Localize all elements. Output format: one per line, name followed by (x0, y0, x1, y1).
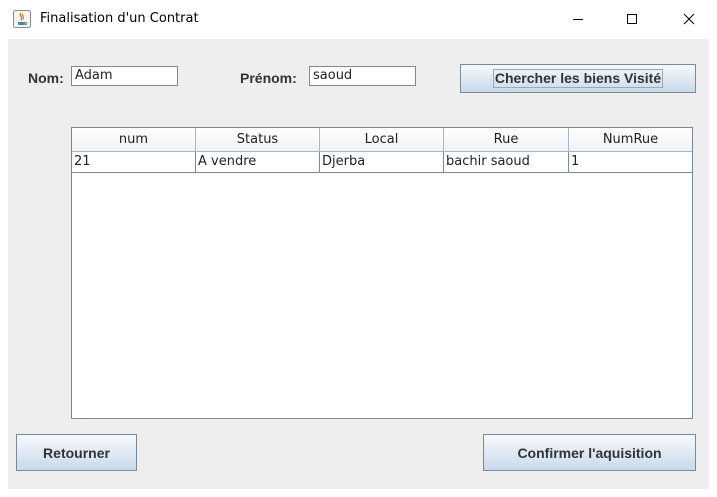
window-title: Finalisation d'un Contrat (40, 11, 199, 26)
cell-status[interactable]: A vendre (196, 152, 320, 173)
title-bar[interactable]: Finalisation d'un Contrat (0, 0, 717, 39)
results-table[interactable]: num Status Local Rue NumRue 21 A vendre … (71, 127, 693, 419)
nom-label: Nom: (28, 70, 64, 86)
close-icon (683, 10, 695, 29)
column-header-status[interactable]: Status (196, 128, 320, 152)
confirm-acquisition-button-label: Confirmer l'aquisition (517, 444, 662, 461)
maximize-icon (626, 10, 638, 29)
close-button[interactable] (666, 0, 712, 39)
cell-numrue[interactable]: 1 (569, 152, 692, 173)
back-button[interactable]: Retourner (16, 434, 137, 471)
search-visited-button[interactable]: Chercher les biens Visité (460, 64, 696, 93)
prenom-label: Prénom: (240, 70, 297, 86)
prenom-field[interactable]: saoud (309, 66, 416, 86)
column-header-num[interactable]: num (72, 128, 196, 152)
minimize-button[interactable] (555, 0, 601, 39)
back-button-label: Retourner (43, 444, 110, 461)
application-window: Finalisation d'un Contrat Nom: Adam Prén… (0, 0, 717, 497)
nom-field[interactable]: Adam (71, 66, 178, 86)
column-header-local[interactable]: Local (320, 128, 444, 152)
table-body: 21 A vendre Djerba bachir saoud 1 (72, 152, 692, 173)
column-header-numrue[interactable]: NumRue (569, 128, 692, 152)
column-header-rue[interactable]: Rue (444, 128, 569, 152)
search-visited-button-label: Chercher les biens Visité (492, 69, 664, 88)
table-header: num Status Local Rue NumRue (72, 128, 692, 152)
maximize-button[interactable] (609, 0, 655, 39)
java-coffee-icon (13, 10, 31, 28)
confirm-acquisition-button[interactable]: Confirmer l'aquisition (483, 434, 696, 471)
cell-num[interactable]: 21 (72, 152, 196, 173)
table-row[interactable]: 21 A vendre Djerba bachir saoud 1 (72, 152, 692, 173)
minimize-icon (572, 10, 584, 29)
cell-rue[interactable]: bachir saoud (444, 152, 569, 173)
cell-local[interactable]: Djerba (320, 152, 444, 173)
content-panel: Nom: Adam Prénom: saoud Chercher les bie… (8, 39, 709, 489)
